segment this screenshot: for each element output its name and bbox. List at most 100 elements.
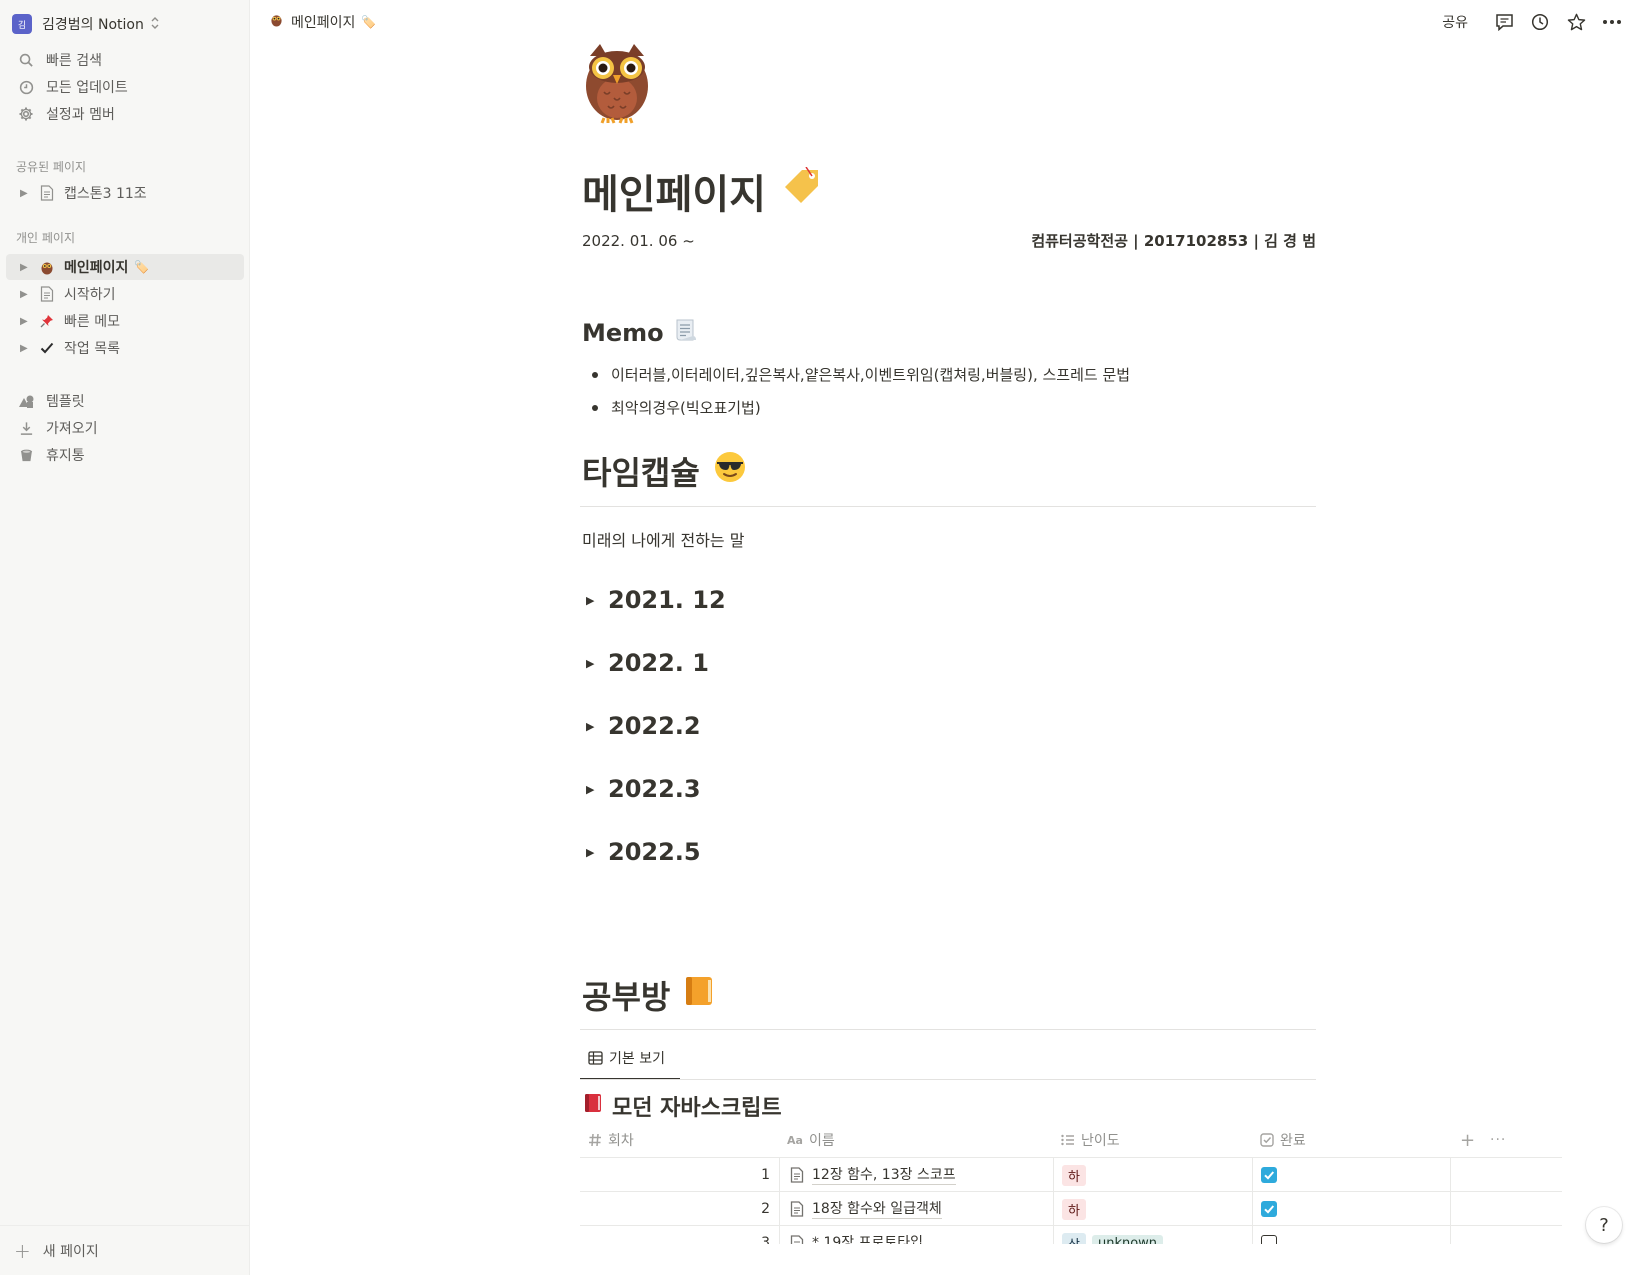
expand-triangle-icon[interactable]: ▶ — [20, 262, 32, 273]
add-column-button[interactable]: + — [1460, 1122, 1475, 1158]
trash-icon — [16, 448, 36, 463]
expand-triangle-icon[interactable]: ▶ — [20, 289, 32, 300]
timecapsule-heading[interactable]: 타임캡슐 — [582, 448, 746, 494]
sidebar-page-label: 빠른 메모 — [64, 314, 120, 330]
sidebar-item-import[interactable]: 가져오기 — [6, 415, 244, 441]
done-cell[interactable] — [1261, 1158, 1277, 1192]
sidebar-page-quick-memo[interactable]: ▶ 빠른 메모 — [6, 308, 244, 334]
column-header-difficulty[interactable]: 난이도 — [1061, 1122, 1120, 1158]
gear-icon — [16, 106, 36, 122]
column-header-name[interactable]: Aa 이름 — [787, 1122, 835, 1158]
list-item[interactable]: 이터러블,이터레이터,깊은복사,얕은복사,이벤트위임(캡쳐링,버블링), 스프레… — [582, 358, 1130, 391]
list-item[interactable]: 최악의경우(빅오표기법) — [582, 391, 1130, 424]
red-book-icon — [584, 1093, 602, 1119]
toggle-triangle-icon[interactable]: ▶ — [582, 783, 608, 796]
sidebar-page-capstone[interactable]: ▶ 캡스톤3 11조 — [6, 180, 244, 206]
page-title[interactable]: 메인페이지 — [582, 162, 822, 220]
hash-icon — [588, 1133, 602, 1147]
sidebar-item-settings[interactable]: 설정과 멤버 — [6, 101, 244, 127]
owl-icon — [38, 260, 56, 275]
name-text: 18장 함수와 일급객체 — [812, 1200, 942, 1219]
page-title-text: 메인페이지 — [582, 172, 766, 218]
toggle-2022-2[interactable]: ▶ 2022.2 — [582, 706, 701, 746]
text-icon: Aa — [787, 1133, 803, 1147]
difficulty-tag: 하 — [1062, 1198, 1086, 1220]
sidebar-item-templates[interactable]: 템플릿 — [6, 388, 244, 414]
sidebar-item-label: 템플릿 — [46, 394, 85, 410]
sidebar-page-task-list[interactable]: ▶ 작업 목록 — [6, 335, 244, 361]
help-button[interactable]: ? — [1586, 1207, 1622, 1243]
done-cell[interactable] — [1261, 1226, 1277, 1244]
expand-triangle-icon[interactable]: ▶ — [20, 343, 32, 354]
toggle-2022-3[interactable]: ▶ 2022.3 — [582, 769, 701, 809]
database-title-text: 모던 자바스크립트 — [612, 1096, 782, 1121]
toggle-triangle-icon[interactable]: ▶ — [582, 657, 608, 670]
page-main: 메인페이지 2022. 01. 06 ~ 컴퓨터공학전공 | 201710285… — [250, 0, 1644, 1275]
shared-section-header: 공유된 페이지 — [16, 160, 87, 174]
sidebar-page-label: 시작하기 — [64, 287, 116, 303]
sidebar-item-updates[interactable]: 모든 업데이트 — [6, 74, 244, 100]
view-tab-default[interactable]: 기본 보기 — [580, 1038, 680, 1080]
private-section-header: 개인 페이지 — [16, 231, 76, 245]
done-cell[interactable] — [1261, 1192, 1277, 1226]
column-header-label: 완료 — [1280, 1133, 1306, 1149]
name-cell[interactable]: 12장 함수, 13장 스코프 — [790, 1158, 956, 1192]
bullet-icon — [592, 371, 598, 378]
expand-triangle-icon[interactable]: ▶ — [20, 188, 32, 199]
difficulty-cell[interactable]: 하 — [1062, 1192, 1092, 1226]
checkbox-checked[interactable] — [1261, 1167, 1277, 1183]
page-icon — [38, 185, 56, 201]
memo-heading-text: Memo — [582, 319, 664, 347]
divider — [580, 506, 1316, 507]
study-heading-text: 공부방 — [582, 978, 671, 1016]
divider — [580, 1079, 1316, 1080]
toggle-2021-12[interactable]: ▶ 2021. 12 — [582, 580, 726, 620]
sidebar-item-trash[interactable]: 휴지통 — [6, 442, 244, 468]
name-text: * 19장 프로토타입 — [812, 1234, 923, 1245]
toggle-triangle-icon[interactable]: ▶ — [582, 594, 608, 607]
list-item-text: 최악의경우(빅오표기법) — [611, 399, 761, 417]
expand-triangle-icon[interactable]: ▶ — [20, 316, 32, 327]
round-cell: 1 — [761, 1167, 770, 1183]
toggle-triangle-icon[interactable]: ▶ — [582, 846, 608, 859]
column-header-round[interactable]: 회차 — [588, 1122, 634, 1158]
sidebar: 김 김경범의 Notion 빠른 검색 모든 업데이트 설정과 멤버 공유된 페… — [0, 0, 250, 1275]
column-header-label: 회차 — [608, 1133, 634, 1149]
memo-heading[interactable]: Memo — [582, 318, 698, 348]
tag-icon — [784, 166, 822, 215]
toggle-2022-1[interactable]: ▶ 2022. 1 — [582, 643, 709, 683]
difficulty-tag: 하 — [1062, 1164, 1086, 1186]
workspace-switcher[interactable]: 김 김경범의 Notion — [12, 10, 160, 38]
column-header-label: 이름 — [808, 1133, 835, 1149]
name-cell[interactable]: 18장 함수와 일급객체 — [790, 1192, 942, 1226]
timecapsule-text: 미래의 나에게 전하는 말 — [582, 531, 745, 550]
toggle-label: 2022.3 — [608, 775, 701, 803]
difficulty-cell[interactable]: 하 — [1062, 1158, 1092, 1192]
checkmark-icon — [38, 341, 56, 355]
study-heading[interactable]: 공부방 — [582, 972, 714, 1018]
timecapsule-heading-text: 타임캡슐 — [582, 454, 700, 492]
sidebar-page-main[interactable]: ▶ 메인페이지 🏷️ — [6, 254, 244, 280]
table-row[interactable]: 1 12장 함수, 13장 스코프 하 — [580, 1158, 1562, 1192]
column-header-done[interactable]: 완료 — [1260, 1122, 1306, 1158]
sidebar-page-getting-started[interactable]: ▶ 시작하기 — [6, 281, 244, 307]
checkbox-unchecked[interactable] — [1261, 1235, 1277, 1244]
chevron-updown-icon — [150, 16, 160, 32]
more-options-button[interactable]: ··· — [1490, 1122, 1506, 1158]
checkbox-checked[interactable] — [1261, 1201, 1277, 1217]
table-row[interactable]: 2 18장 함수와 일급객체 하 — [580, 1192, 1562, 1226]
shapes-icon — [16, 394, 36, 409]
name-cell[interactable]: * 19장 프로토타입 — [790, 1226, 923, 1244]
search-icon — [16, 53, 36, 68]
database-title[interactable]: 모던 자바스크립트 — [584, 1090, 782, 1122]
sunglasses-face-icon — [714, 451, 746, 491]
toggle-2022-5[interactable]: ▶ 2022.5 — [582, 832, 701, 872]
sidebar-item-quick-search[interactable]: 빠른 검색 — [6, 47, 244, 73]
difficulty-cell[interactable]: 상 unknown — [1062, 1226, 1169, 1244]
toggle-triangle-icon[interactable]: ▶ — [582, 720, 608, 733]
page-icon — [790, 1201, 804, 1217]
new-page-button[interactable]: + 새 페이지 — [0, 1225, 250, 1275]
page-icon-owl[interactable] — [580, 42, 658, 124]
table-row[interactable]: 3 * 19장 프로토타입 상 unknown — [580, 1226, 1562, 1244]
tag-emoji-icon: 🏷️ — [134, 260, 150, 274]
